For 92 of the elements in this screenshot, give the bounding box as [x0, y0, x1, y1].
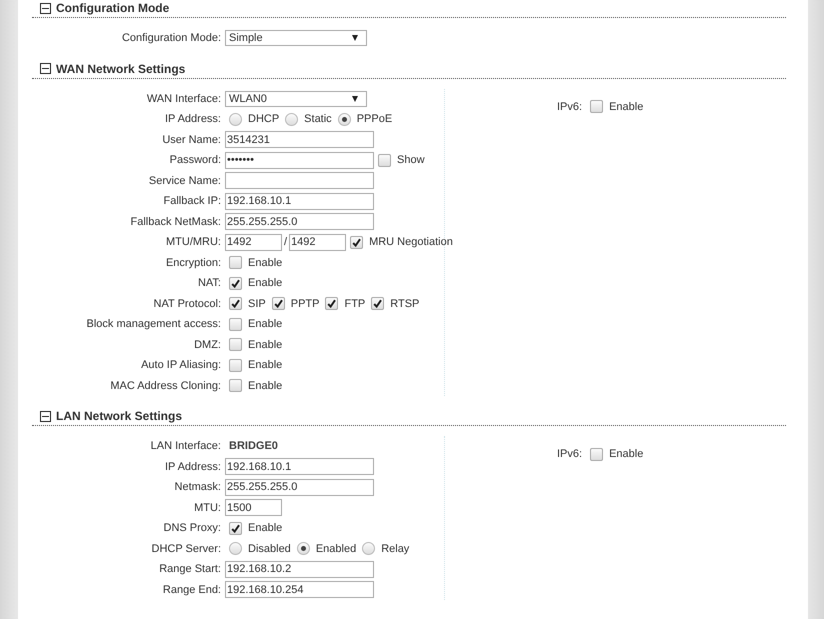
input-field[interactable]: 255.255.255.0 — [225, 213, 374, 230]
field-label: Configuration Mode: — [120, 32, 222, 44]
field-label: IPv6: — [557, 100, 584, 113]
radio-button[interactable] — [362, 542, 376, 556]
checkbox[interactable] — [272, 297, 285, 310]
field-label: Password: — [168, 154, 222, 166]
field-label: Range Start: — [158, 563, 222, 576]
checkbox[interactable] — [229, 522, 242, 535]
checkbox[interactable] — [229, 358, 242, 372]
checkbox[interactable] — [350, 236, 364, 249]
input-field[interactable]: 192.168.10.1 — [225, 192, 374, 210]
field-label: IP Address: — [164, 460, 222, 473]
option-label: Enable — [248, 256, 282, 269]
option-label: Enable — [609, 448, 644, 460]
input-field[interactable]: 1492 — [289, 234, 346, 251]
option-label: Enable — [248, 277, 282, 290]
radio-button[interactable] — [285, 112, 298, 126]
option-label: Enable — [248, 522, 282, 534]
section-title: WAN Network Settings — [56, 62, 186, 76]
field-value: BRIDGE0 — [229, 440, 278, 452]
input-field[interactable]: 192.168.10.254 — [225, 581, 374, 598]
checkbox[interactable] — [590, 100, 604, 114]
field-label: LAN Interface: — [150, 440, 222, 452]
field-label: User Name: — [161, 134, 222, 146]
field-label: DNS Proxy: — [162, 522, 222, 534]
option-label: Enable — [248, 359, 282, 372]
checkbox[interactable] — [229, 256, 242, 270]
option-label: Enable — [248, 380, 282, 392]
password-field[interactable]: ••••••• — [225, 152, 374, 169]
radio-button[interactable] — [296, 542, 310, 556]
option-label: PPPoE — [356, 113, 392, 126]
option-label: Show — [397, 154, 425, 166]
field-label: Fallback NetMask: — [130, 216, 222, 228]
field-label: MTU: — [193, 502, 222, 514]
checkbox[interactable] — [229, 297, 242, 310]
checkbox[interactable] — [371, 297, 384, 310]
collapse-icon[interactable] — [40, 410, 51, 422]
checkbox[interactable] — [378, 154, 391, 167]
input-field[interactable]: 192.168.10.2 — [225, 560, 374, 578]
checkbox[interactable] — [325, 297, 338, 310]
field-label: Fallback IP: — [162, 195, 222, 208]
input-field[interactable] — [225, 172, 374, 190]
field-label: NAT Protocol: — [152, 298, 222, 310]
option-label: Disabled — [248, 542, 291, 555]
field-label: MAC Address Cloning: — [109, 380, 222, 392]
field-label: MTU/MRU: — [165, 236, 222, 248]
field-label: Range End: — [162, 584, 222, 596]
option-label: Enable — [248, 338, 282, 351]
field-label: WAN Interface: — [146, 92, 222, 105]
option-label: DHCP — [248, 113, 280, 126]
section-title: LAN Network Settings — [56, 409, 182, 423]
collapse-icon[interactable] — [40, 2, 51, 14]
option-label: Static — [304, 113, 332, 126]
input-field[interactable]: 1492 — [225, 234, 282, 251]
dropdown[interactable]: WLAN0 — [225, 90, 367, 107]
checkbox[interactable] — [229, 338, 242, 352]
option-label: RTSP — [390, 298, 420, 310]
checkbox[interactable] — [229, 318, 242, 331]
checkbox[interactable] — [229, 379, 242, 392]
section-title: Configuration Mode — [56, 1, 170, 15]
field-label: IPv6: — [557, 448, 584, 460]
option-label: Relay — [381, 542, 410, 555]
option-label: MRU Negotiation — [369, 236, 453, 248]
separator-text: / — [283, 236, 288, 248]
field-label: DMZ: — [193, 338, 222, 351]
option-label: PPTP — [290, 298, 320, 310]
option-label: FTP — [344, 298, 366, 310]
input-field[interactable]: 192.168.10.1 — [225, 458, 374, 476]
input-field[interactable]: 3514231 — [225, 131, 374, 148]
option-label: Enable — [248, 318, 282, 330]
input-field[interactable]: 1500 — [225, 499, 282, 516]
field-label: IP Address: — [164, 113, 222, 126]
checkbox[interactable] — [590, 448, 604, 461]
field-label: Netmask: — [174, 481, 222, 494]
checkbox[interactable] — [229, 276, 242, 290]
caret-icon — [352, 96, 358, 102]
field-label: Encryption: — [164, 256, 222, 269]
dropdown[interactable]: Simple — [225, 30, 367, 46]
collapse-icon[interactable] — [40, 63, 51, 74]
field-label: DHCP Server: — [150, 542, 222, 555]
radio-button[interactable] — [229, 112, 242, 126]
field-label: NAT: — [196, 277, 222, 290]
option-label: Enable — [609, 100, 644, 113]
input-field[interactable]: 255.255.255.0 — [225, 478, 374, 496]
option-label: Enabled — [316, 542, 356, 555]
field-label: Block management access: — [85, 318, 222, 330]
option-label: SIP — [248, 298, 266, 310]
radio-button[interactable] — [338, 112, 351, 126]
field-label: Service Name: — [148, 174, 222, 187]
radio-button[interactable] — [229, 542, 242, 556]
caret-icon — [352, 35, 358, 42]
field-label: Auto IP Aliasing: — [140, 359, 222, 372]
